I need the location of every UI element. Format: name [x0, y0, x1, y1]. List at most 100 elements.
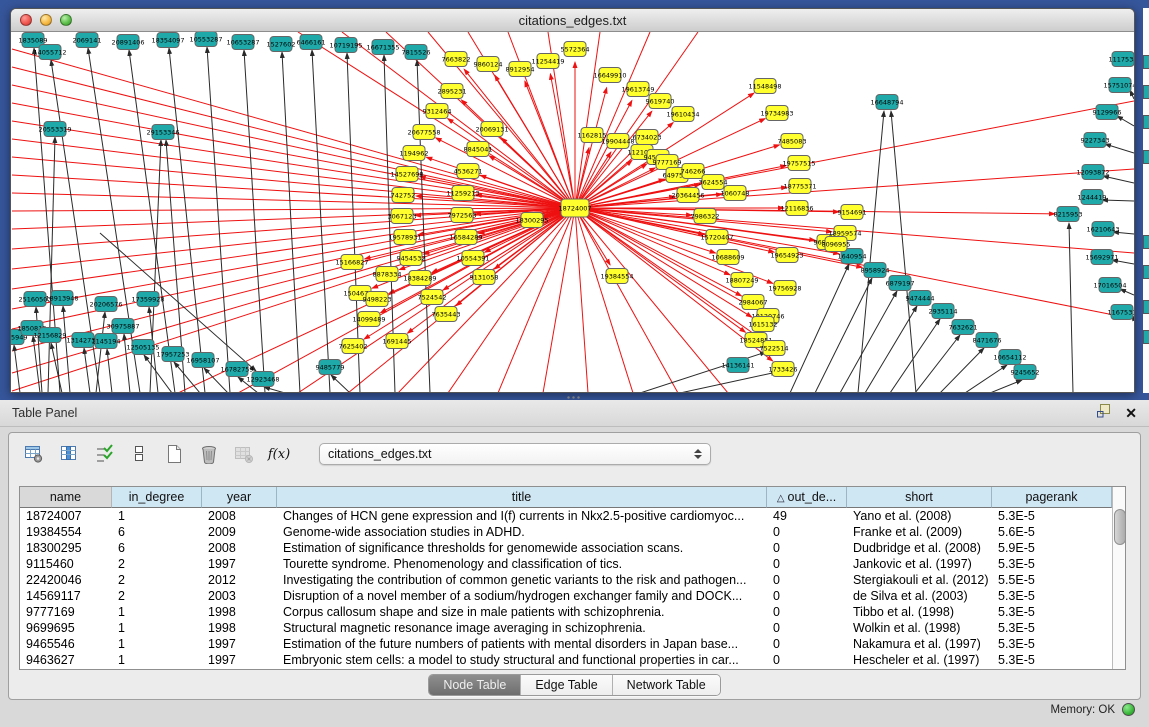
window-titlebar[interactable]: citations_edges.txt [11, 9, 1134, 32]
network-edge [1105, 144, 1134, 153]
table-options-icon[interactable] [23, 443, 45, 465]
network-node-label: 9485779 [316, 363, 345, 371]
table-cell: 5.3E-5 [992, 652, 1112, 668]
network-node-label: 14527698 [390, 170, 423, 178]
network-node-label: 18384289 [403, 274, 436, 282]
column-header-label: title [512, 490, 531, 504]
network-node-label: 14099489 [352, 315, 385, 323]
column-header-name[interactable]: name [20, 487, 112, 508]
sort-ascending-icon: △ [777, 493, 785, 504]
column-header-out-de-[interactable]: △out_de... [767, 487, 847, 508]
memory-status[interactable]: Memory: OK [1050, 703, 1135, 716]
column-header-label: out_de... [788, 490, 837, 504]
tab-network-table[interactable]: Network Table [613, 675, 720, 695]
toggle-columns-icon[interactable] [58, 443, 80, 465]
float-panel-icon[interactable] [1096, 403, 1111, 423]
table-row[interactable]: 911546021997Tourette syndrome. Phenomeno… [20, 556, 1112, 572]
network-node-label: 11548498 [748, 82, 781, 90]
table-header-row: namein_degreeyeartitle△out_de...shortpag… [20, 487, 1112, 508]
minimize-window-button[interactable] [40, 14, 52, 26]
table-row[interactable]: 977716911998Corpus callosum shape and si… [20, 604, 1112, 620]
delete-column-icon[interactable] [198, 443, 220, 465]
network-node-label: 20553319 [38, 125, 71, 133]
table-row[interactable]: 1872400712008Changes of HCN gene express… [20, 508, 1112, 524]
column-header-short[interactable]: short [847, 487, 992, 508]
close-window-button[interactable] [20, 14, 32, 26]
column-header-label: pagerank [1025, 490, 1077, 504]
network-canvas[interactable]: 1835089140557122069141208914061835409710… [11, 32, 1134, 393]
network-node-label: 20677558 [407, 128, 440, 136]
network-node [1143, 300, 1149, 314]
table-cell: 18724007 [20, 508, 112, 524]
network-node-label: 14055712 [33, 48, 66, 56]
table-cell: 1998 [202, 620, 277, 636]
table-row[interactable]: 1938455462009Genome-wide association stu… [20, 524, 1112, 540]
table-selector[interactable]: citations_edges.txt [319, 443, 711, 465]
table-cell: Wolkin et al. (1998) [847, 620, 992, 636]
table-row[interactable]: 1830029562008Estimation of significance … [20, 540, 1112, 556]
table-cell: Estimation of significance thresholds fo… [277, 540, 767, 556]
network-node-label: 10719195 [329, 41, 362, 49]
table-cell: 1 [112, 636, 202, 652]
network-node-label: 8878334 [373, 270, 402, 278]
column-header-in-degree[interactable]: in_degree [112, 487, 202, 508]
table-cell: 1997 [202, 636, 277, 652]
network-window[interactable]: citations_edges.txt 18350891405571220691… [10, 8, 1135, 393]
table-panel-header: Table Panel ✕ [0, 400, 1149, 427]
network-node-label: 18913948 [45, 294, 78, 302]
column-header-title[interactable]: title [277, 487, 767, 508]
create-column-icon[interactable] [163, 443, 185, 465]
function-builder-icon[interactable]: f(x) [268, 443, 290, 465]
delete-table-icon[interactable] [233, 443, 255, 465]
network-edge [12, 208, 575, 269]
table-toolbar: f(x) citations_edges.txt [9, 433, 1140, 473]
memory-ok-indicator [1122, 703, 1135, 716]
tab-edge-table[interactable]: Edge Table [521, 675, 612, 695]
network-node-label: 12505135 [126, 343, 159, 351]
table-row[interactable]: 946554611997Estimation of the future num… [20, 636, 1112, 652]
background-window-sliver [1143, 8, 1149, 393]
table-row[interactable]: 2242004622012Investigating the contribut… [20, 572, 1112, 588]
network-node-label: 15692971 [1085, 253, 1118, 261]
table-cell: 22420046 [20, 572, 112, 588]
network-edge [840, 291, 897, 393]
network-edge [940, 348, 984, 393]
screen: { "window": { "title": "citations_edges.… [0, 0, 1149, 727]
network-node-label: 10553287 [189, 35, 222, 43]
table-cell: 1997 [202, 652, 277, 668]
table-cell: 9777169 [20, 604, 112, 620]
network-edge [244, 50, 265, 393]
network-edge [12, 208, 575, 309]
table-scrollbar-thumb[interactable] [1114, 509, 1126, 545]
network-node-label: 10654112 [993, 353, 1026, 361]
column-header-pagerank[interactable]: pagerank [992, 487, 1112, 508]
close-panel-icon[interactable]: ✕ [1125, 406, 1137, 420]
table-cell: 6 [112, 540, 202, 556]
table-row[interactable]: 969969511998Structural magnetic resonanc… [20, 620, 1112, 636]
table-cell: Structural magnetic resonance image aver… [277, 620, 767, 636]
table-cell: Nakamura et al. (1997) [847, 636, 992, 652]
network-edge [575, 169, 1134, 208]
column-header-year[interactable]: year [202, 487, 277, 508]
table-scrollbar[interactable] [1112, 487, 1125, 669]
tab-node-table[interactable]: Node Table [429, 675, 521, 695]
network-edge [12, 208, 575, 211]
zoom-window-button[interactable] [60, 14, 72, 26]
table-row[interactable]: 1456911722003Disruption of a novel membe… [20, 588, 1112, 604]
table-cell: 9115460 [20, 556, 112, 572]
network-node-label: 17957253 [156, 350, 189, 358]
table-row[interactable]: 946362711997Embryonic stem cells: a mode… [20, 652, 1112, 668]
table-cell: 5.3E-5 [992, 636, 1112, 652]
network-view[interactable]: 1835089140557122069141208914061835409710… [11, 32, 1134, 393]
row-height-icon[interactable] [128, 443, 150, 465]
table-cell: 2 [112, 588, 202, 604]
network-node-label: 15166827 [335, 258, 368, 266]
table-cell: Jankovic et al. (1997) [847, 556, 992, 572]
network-node-label: 20069131 [475, 125, 508, 133]
network-node-label: 1640954 [838, 252, 867, 260]
table-cell: 0 [767, 556, 847, 572]
table-cell: 0 [767, 652, 847, 668]
column-checklist-icon[interactable] [93, 443, 115, 465]
table-cell: 1 [112, 604, 202, 620]
network-node-label: 19610434 [666, 110, 699, 118]
